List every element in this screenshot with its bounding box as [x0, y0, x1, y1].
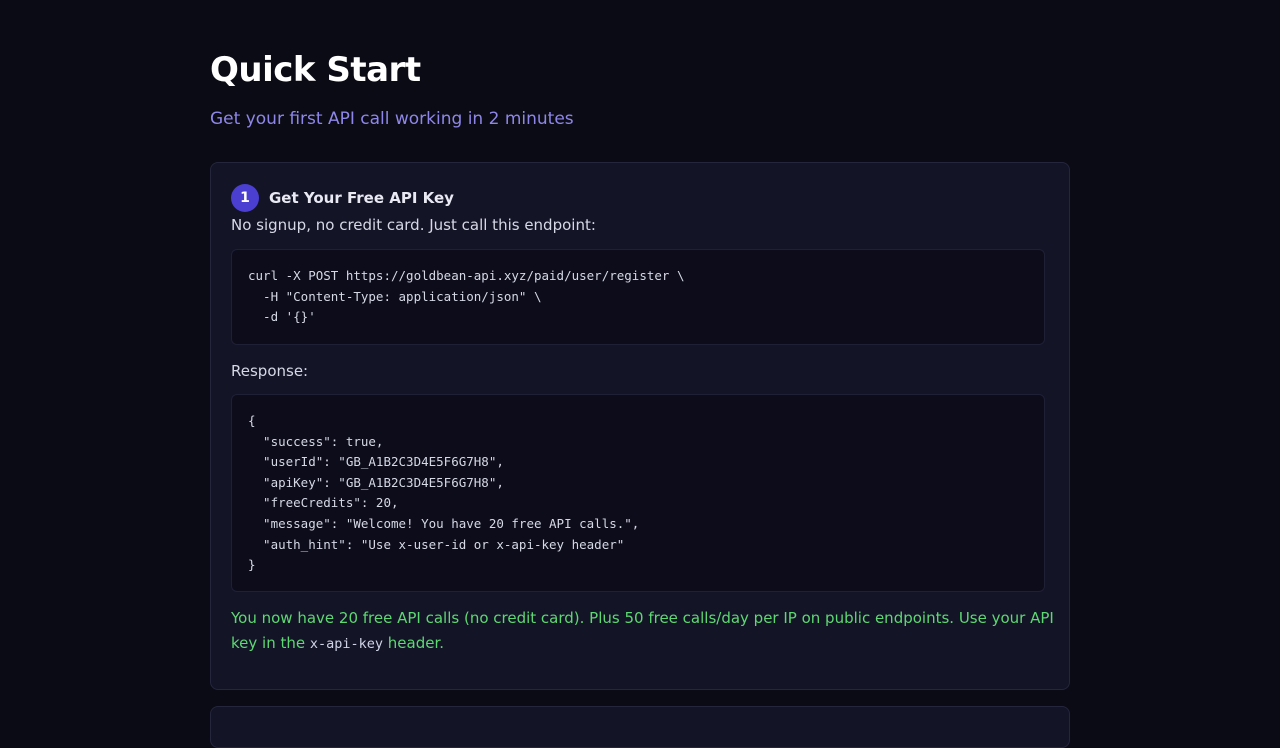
success-note: You now have 20 free API calls (no credi… — [231, 606, 1057, 657]
step-card-2 — [210, 706, 1070, 748]
step-description: No signup, no credit card. Just call thi… — [231, 216, 596, 234]
step-card-1: 1 Get Your Free API Key No signup, no cr… — [210, 162, 1070, 690]
response-code-block[interactable]: { "success": true, "userId": "GB_A1B2C3D… — [231, 394, 1045, 592]
step-header: 1 Get Your Free API Key — [231, 184, 454, 212]
page-subtitle: Get your first API call working in 2 min… — [210, 109, 574, 129]
success-note-text-end: header. — [383, 634, 445, 652]
step-number-badge: 1 — [231, 184, 259, 212]
response-label: Response: — [231, 362, 309, 380]
page-title: Quick Start — [210, 50, 421, 90]
request-code-block[interactable]: curl -X POST https://goldbean-api.xyz/pa… — [231, 249, 1045, 345]
step-title: Get Your Free API Key — [269, 189, 454, 207]
inline-code-header: x-api-key — [309, 636, 384, 652]
